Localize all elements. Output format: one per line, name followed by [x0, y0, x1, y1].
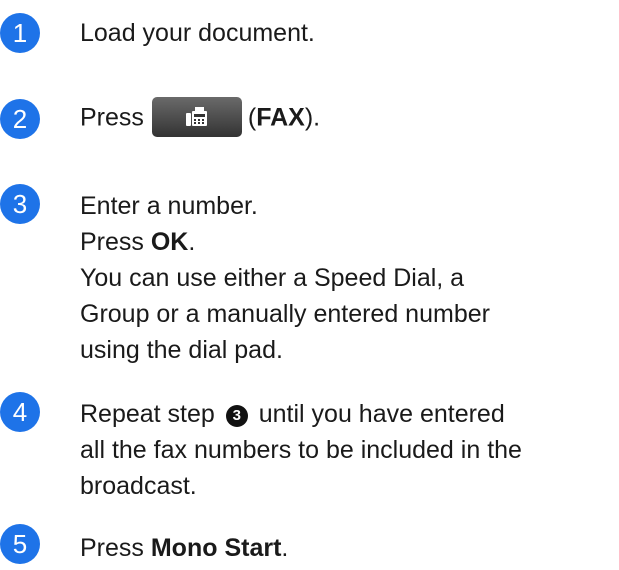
step-text: Enter a number. Press OK. You can use ei…: [80, 188, 490, 368]
step-reference-badge: 3: [225, 405, 248, 427]
mono-start-label: Mono Start: [150, 534, 282, 562]
step-number-badge: 1: [0, 13, 40, 53]
fax-button[interactable]: [151, 97, 242, 137]
step-number-badge: 4: [0, 392, 40, 432]
step-text: Press Mono Start.: [80, 530, 288, 566]
repeat-text-tail: until you have entered: [258, 400, 505, 428]
step-line: Press Mono Start.: [80, 530, 288, 566]
step-text: Press (FAX).: [80, 97, 321, 139]
step-line: broadcast.: [80, 472, 197, 500]
step-line: all the fax numbers to be included in th…: [80, 436, 522, 464]
step-line: Repeat step 3 until you have entered: [80, 396, 522, 432]
step-line: You can use either a Speed Dial, a: [80, 264, 465, 292]
press-label: Press: [80, 103, 144, 132]
step-text: Load your document.: [80, 15, 315, 51]
step-line: Enter a number.: [80, 192, 258, 220]
step-text: Repeat step 3 until you have entered all…: [80, 396, 522, 504]
step-line: Load your document.: [80, 19, 315, 47]
fax-label: FAX: [256, 103, 305, 132]
step-number-badge: 5: [0, 524, 40, 564]
step-line: Press OK.: [80, 224, 490, 260]
step-line: using the dial pad.: [80, 336, 283, 364]
ok-label: OK: [150, 228, 189, 256]
step-line: Press (FAX).: [80, 97, 321, 139]
press-label: Press: [80, 228, 151, 256]
repeat-text: Repeat step: [80, 400, 215, 428]
period: .: [281, 534, 289, 562]
period: .: [188, 228, 196, 256]
step-number-badge: 3: [0, 184, 40, 224]
press-label: Press: [80, 534, 151, 562]
step-number-badge: 2: [0, 99, 40, 139]
fax-icon: [185, 107, 207, 126]
step-line: Group or a manually entered number: [80, 300, 490, 328]
paren-close: ).: [304, 103, 321, 132]
paren-open: (: [247, 103, 257, 132]
